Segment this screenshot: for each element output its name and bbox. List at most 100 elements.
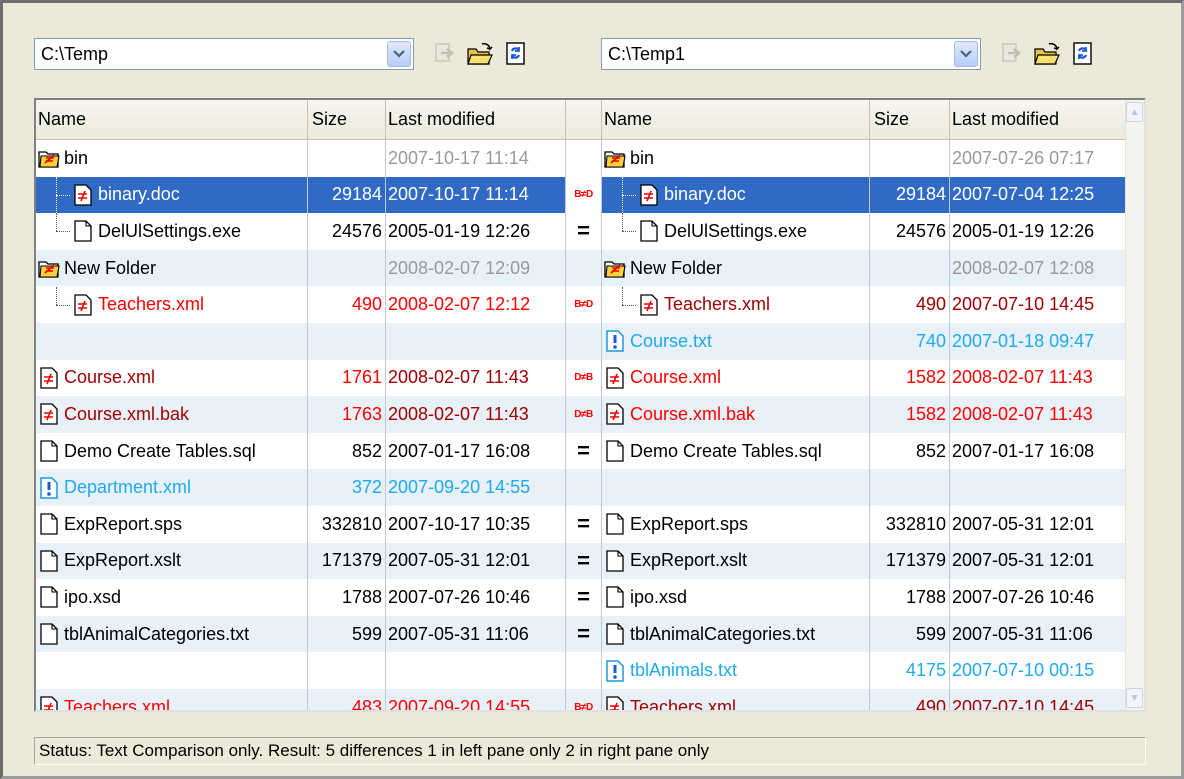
table-row[interactable]: ExpReport.xslt 171379 2007-05-31 12:01 = Exp… bbox=[36, 542, 1130, 580]
left-file-name: Department.xml bbox=[64, 477, 192, 498]
left-name-cell[interactable]: ipo.xsd bbox=[36, 579, 308, 616]
right-name-cell[interactable]: ExpReport.sps bbox=[602, 505, 870, 543]
open-folder-icon[interactable] bbox=[1031, 38, 1063, 70]
table-row[interactable]: Course.xml.bak 1763 2008-02-07 11:43 D≠B Cou… bbox=[36, 396, 1130, 433]
right-name-cell[interactable]: New Folder bbox=[602, 249, 870, 287]
right-name-cell[interactable]: ExpReport.xslt bbox=[602, 542, 870, 580]
scroll-up-arrow-icon[interactable]: ▲ bbox=[1126, 102, 1143, 122]
left-name-cell[interactable]: tblAnimalCategories.txt bbox=[36, 615, 308, 653]
compare-result: = bbox=[577, 547, 590, 573]
left-name-cell[interactable]: Demo Create Tables.sql bbox=[36, 432, 308, 470]
right-name-cell[interactable]: Demo Create Tables.sql bbox=[602, 432, 870, 470]
table-body: bin 2007-10-17 11:14 bin 2007-07-26 07:17 bi… bbox=[36, 140, 1130, 710]
col-header-size-left[interactable]: Size bbox=[308, 100, 386, 140]
left-name-cell[interactable]: bin bbox=[36, 140, 308, 177]
right-name-cell[interactable]: ipo.xsd bbox=[602, 579, 870, 616]
copy-file-icon[interactable] bbox=[995, 38, 1027, 70]
chevron-down-icon[interactable] bbox=[387, 41, 411, 67]
table-row[interactable]: tblAnimalCategories.txt 599 2007-05-31 11:… bbox=[36, 615, 1130, 653]
left-size-cell bbox=[308, 652, 386, 689]
right-name-cell[interactable]: Course.xml.bak bbox=[602, 396, 870, 433]
equal-indicator-icon[interactable]: = bbox=[566, 579, 602, 616]
table-row[interactable]: Teachers.xml 490 2008-02-07 12:12 B≠D Teache… bbox=[36, 286, 1130, 323]
table-row[interactable]: New Folder 2008-02-07 12:09 New Folder 2008… bbox=[36, 249, 1130, 287]
left-name-cell[interactable] bbox=[36, 652, 308, 689]
col-header-name-left[interactable]: Name bbox=[36, 100, 308, 140]
equal-indicator-icon[interactable] bbox=[566, 652, 602, 689]
left-name-cell[interactable]: Department.xml bbox=[36, 469, 308, 506]
left-name-cell[interactable]: Teachers.xml bbox=[36, 688, 308, 710]
table-row[interactable]: ipo.xsd 1788 2007-07-26 10:46 = ipo.xsd 1788 2… bbox=[36, 579, 1130, 616]
diff-indicator-icon[interactable]: B≠D bbox=[566, 688, 602, 710]
right-name-cell[interactable]: tblAnimalCategories.txt bbox=[602, 615, 870, 653]
left-name-cell[interactable]: Teachers.xml bbox=[36, 286, 308, 323]
left-name-cell[interactable]: ExpReport.sps bbox=[36, 505, 308, 543]
left-name-cell[interactable]: DelUlSettings.exe bbox=[36, 213, 308, 250]
table-row[interactable]: Teachers.xml 483 2007-09-20 14:55 B≠D Teache… bbox=[36, 688, 1130, 710]
chevron-down-icon[interactable] bbox=[954, 41, 978, 67]
left-name-cell[interactable] bbox=[36, 322, 308, 360]
diff-indicator-icon[interactable]: D≠B bbox=[566, 359, 602, 397]
table-row[interactable]: Department.xml 372 2007-09-20 14:55 bbox=[36, 469, 1130, 506]
left-path-value[interactable]: C:\Temp bbox=[35, 44, 387, 65]
equal-indicator-icon[interactable]: = bbox=[566, 505, 602, 543]
compare-result: = bbox=[577, 511, 590, 537]
left-name-cell[interactable]: New Folder bbox=[36, 249, 308, 287]
right-name-cell[interactable]: Course.txt bbox=[602, 322, 870, 360]
right-name-cell[interactable]: DelUlSettings.exe bbox=[602, 213, 870, 250]
right-name-cell[interactable]: Teachers.xml bbox=[602, 286, 870, 323]
table-row[interactable]: ExpReport.sps 332810 2007-10-17 10:35 = ExpR… bbox=[36, 505, 1130, 543]
equal-indicator-icon[interactable]: = bbox=[566, 432, 602, 470]
right-path-combo[interactable]: C:\Temp1 bbox=[601, 38, 981, 70]
file-diff-icon bbox=[74, 184, 92, 206]
left-name-cell[interactable]: binary.doc bbox=[36, 176, 308, 214]
right-date-cell: 2007-01-18 09:47 bbox=[952, 330, 1095, 351]
col-header-modified-right[interactable]: Last modified bbox=[950, 100, 1130, 140]
table-row[interactable]: tblAnimals.txt 4175 2007-07-10 00:15 bbox=[36, 652, 1130, 689]
right-path-value[interactable]: C:\Temp1 bbox=[602, 44, 954, 65]
diff-indicator-icon[interactable]: B≠D bbox=[566, 286, 602, 323]
equal-indicator-icon[interactable] bbox=[566, 140, 602, 177]
right-file-name: Teachers.xml bbox=[664, 294, 771, 315]
left-file-name: Demo Create Tables.sql bbox=[64, 440, 256, 461]
equal-indicator-icon[interactable]: = bbox=[566, 615, 602, 653]
diff-indicator-icon[interactable]: B≠D bbox=[566, 176, 602, 214]
col-header-modified-left[interactable]: Last modified bbox=[386, 100, 566, 140]
right-size-cell: 740 bbox=[870, 322, 950, 360]
left-name-cell[interactable]: Course.xml.bak bbox=[36, 396, 308, 433]
refresh-icon[interactable] bbox=[1067, 38, 1099, 70]
table-row[interactable]: bin 2007-10-17 11:14 bin 2007-07-26 07:17 bbox=[36, 140, 1130, 177]
left-name-cell[interactable]: Course.xml bbox=[36, 359, 308, 397]
table-row[interactable]: Demo Create Tables.sql 852 2007-01-17 16:0… bbox=[36, 432, 1130, 470]
right-name-cell[interactable]: bin bbox=[602, 140, 870, 177]
table-row[interactable]: DelUlSettings.exe 24576 2005-01-19 12:26 = D… bbox=[36, 213, 1130, 250]
table-row[interactable]: Course.txt 740 2007-01-18 09:47 bbox=[36, 322, 1130, 360]
tree-connector bbox=[618, 176, 638, 213]
table-row[interactable]: binary.doc 29184 2007-10-17 11:14 B≠D binary… bbox=[36, 176, 1130, 214]
right-name-cell[interactable]: Course.xml bbox=[602, 359, 870, 397]
equal-indicator-icon[interactable]: = bbox=[566, 213, 602, 250]
diff-indicator-icon[interactable]: D≠B bbox=[566, 396, 602, 433]
table-row[interactable]: Course.xml 1761 2008-02-07 11:43 D≠B Course.… bbox=[36, 359, 1130, 397]
copy-file-icon[interactable] bbox=[428, 38, 460, 70]
open-folder-icon[interactable] bbox=[464, 38, 496, 70]
left-name-cell[interactable]: ExpReport.xslt bbox=[36, 542, 308, 580]
right-name-cell[interactable] bbox=[602, 469, 870, 506]
equal-indicator-icon[interactable] bbox=[566, 249, 602, 287]
col-header-name-right[interactable]: Name bbox=[602, 100, 870, 140]
right-name-cell[interactable]: binary.doc bbox=[602, 176, 870, 214]
col-header-size-right[interactable]: Size bbox=[870, 100, 950, 140]
refresh-icon[interactable] bbox=[500, 38, 532, 70]
vertical-scrollbar[interactable]: ▲ ▼ bbox=[1125, 100, 1144, 710]
scroll-down-arrow-icon[interactable]: ▼ bbox=[1126, 688, 1143, 708]
file-icon bbox=[40, 550, 58, 572]
equal-indicator-icon[interactable]: = bbox=[566, 542, 602, 580]
right-name-cell[interactable]: tblAnimals.txt bbox=[602, 652, 870, 689]
left-size-cell: 1761 bbox=[308, 359, 386, 397]
left-path-combo[interactable]: C:\Temp bbox=[34, 38, 414, 70]
left-size-cell: 490 bbox=[308, 286, 386, 323]
equal-indicator-icon[interactable] bbox=[566, 322, 602, 360]
col-header-compare[interactable] bbox=[566, 100, 602, 140]
equal-indicator-icon[interactable] bbox=[566, 469, 602, 506]
right-name-cell[interactable]: Teachers.xml bbox=[602, 688, 870, 710]
